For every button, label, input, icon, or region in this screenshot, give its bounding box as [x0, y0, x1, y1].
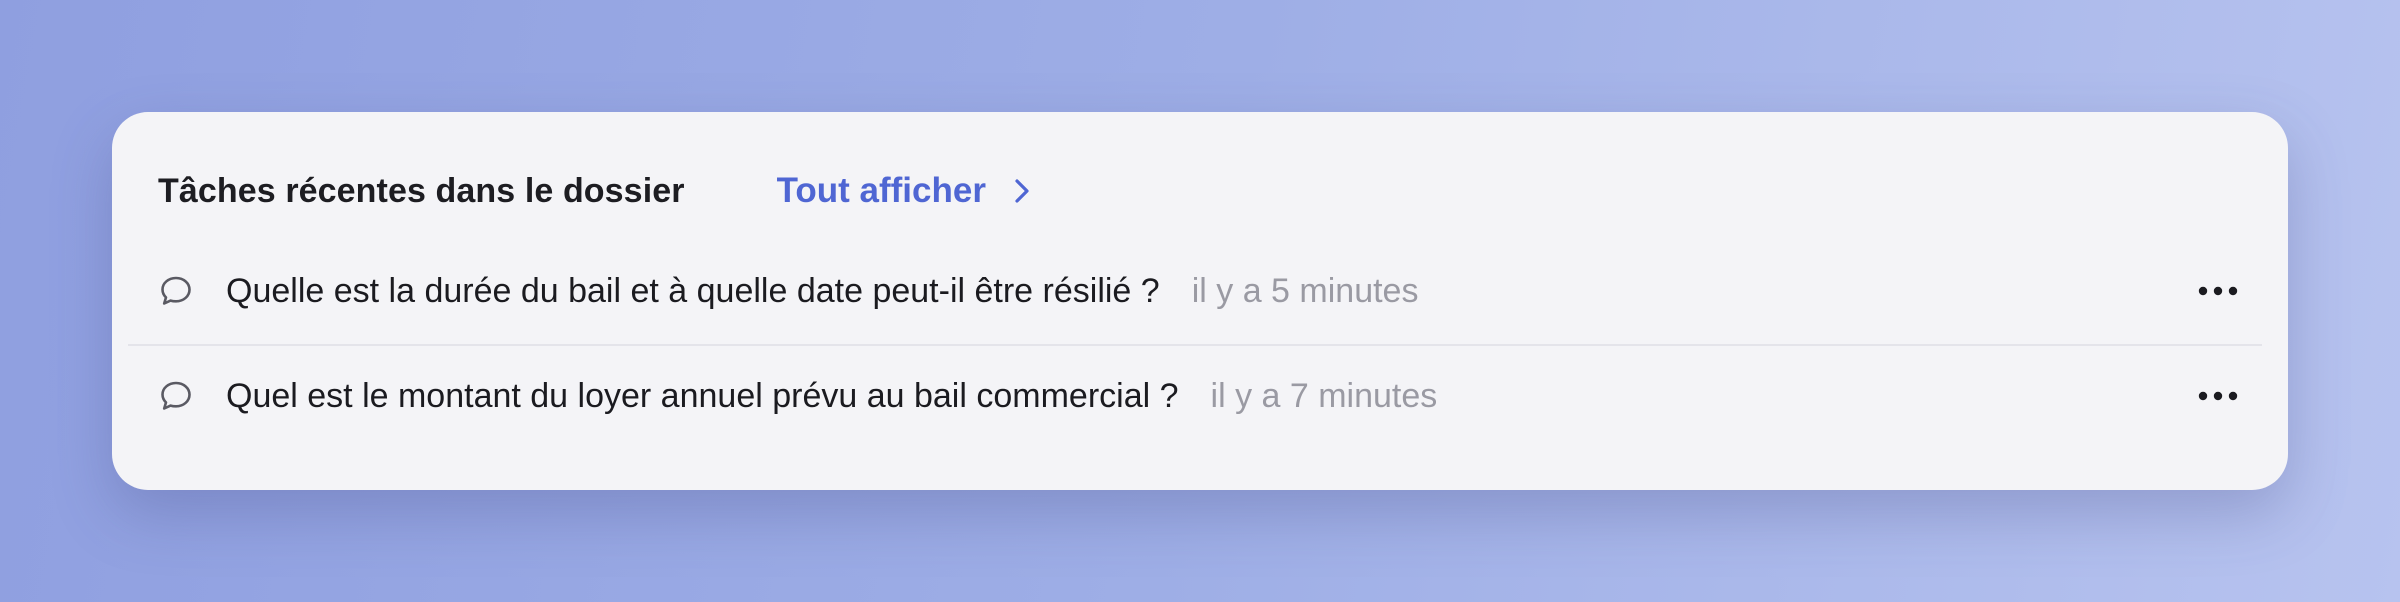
chat-bubble-icon: [158, 378, 194, 414]
view-all-label: Tout afficher: [776, 171, 986, 210]
card-title: Tâches récentes dans le dossier: [158, 171, 685, 210]
more-horizontal-icon[interactable]: [2194, 267, 2242, 315]
task-row[interactable]: Quelle est la durée du bail et à quelle …: [158, 256, 2242, 326]
task-title[interactable]: Quelle est la durée du bail et à quelle …: [226, 272, 1160, 311]
task-title[interactable]: Quel est le montant du loyer annuel prév…: [226, 377, 1179, 416]
chat-bubble-icon: [158, 273, 194, 309]
row-divider: [128, 344, 2262, 346]
task-timestamp: il y a 5 minutes: [1191, 271, 1419, 310]
chevron-right-icon: [1014, 177, 1034, 205]
task-row[interactable]: Quel est le montant du loyer annuel prév…: [158, 361, 2242, 431]
task-timestamp: il y a 7 minutes: [1210, 376, 1438, 415]
view-all-link[interactable]: Tout afficher: [777, 171, 1034, 211]
more-horizontal-icon[interactable]: [2194, 372, 2242, 420]
card-header: Tâches récentes dans le dossier Tout aff…: [158, 156, 2242, 226]
recent-tasks-card: Tâches récentes dans le dossier Tout aff…: [112, 112, 2288, 490]
